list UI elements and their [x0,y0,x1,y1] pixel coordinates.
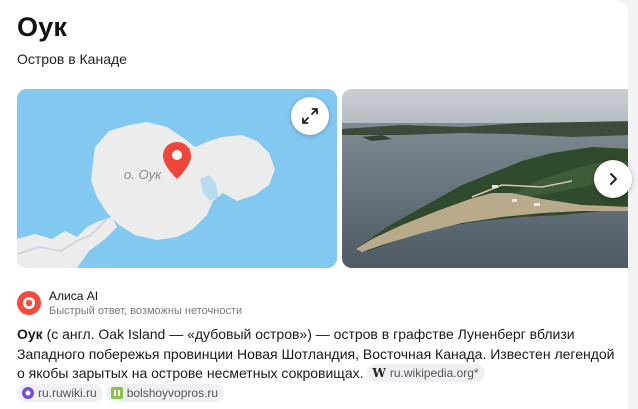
ruwiki-icon [22,386,34,399]
island-photo[interactable] [342,89,628,268]
source-chip-wikipedia[interactable]: Wru.wikipedia.org* [367,364,485,382]
description-term: Оук [17,326,43,342]
assistant-disclaimer: Быстрый ответ, возможны неточности [49,305,243,317]
description-text: (с англ. Oak Island — «дубовый остров») … [17,326,615,381]
expand-arrows-icon [302,108,318,124]
page-subtitle: Остров в Канаде [17,51,127,67]
source-label: ru.wikipedia.org* [389,366,479,380]
wikipedia-icon: W [372,366,386,380]
assistant-name: Алиса AI [49,289,99,303]
source-label: ru.ruwiki.ru [38,385,97,400]
source-label: bolshoyvopros.ru [126,385,219,400]
media-gallery: о. Оук [17,89,628,268]
source-chip-bolshoyvopros[interactable]: bolshoyvopros.ru [105,383,225,402]
expand-map-button[interactable] [291,97,329,135]
map-island-label: о. Оук [124,167,162,182]
description: Оук (с англ. Oak Island — «дубовый остро… [17,325,617,405]
aerial-photo-graphic [342,89,628,268]
knowledge-card: Оук Остров в Канаде о. Оук Алиса AI Быст… [0,0,628,409]
source-chip-ruwiki[interactable]: ru.ruwiki.ru [17,383,103,402]
gallery-next-button[interactable] [594,160,632,198]
chevron-right-icon [610,173,617,185]
bolshoyvopros-icon [110,386,123,399]
map-preview[interactable]: о. Оук [17,89,337,268]
map-graphic: о. Оук [17,89,337,268]
alice-logo-icon [17,291,41,315]
page-title: Оук [17,12,68,42]
